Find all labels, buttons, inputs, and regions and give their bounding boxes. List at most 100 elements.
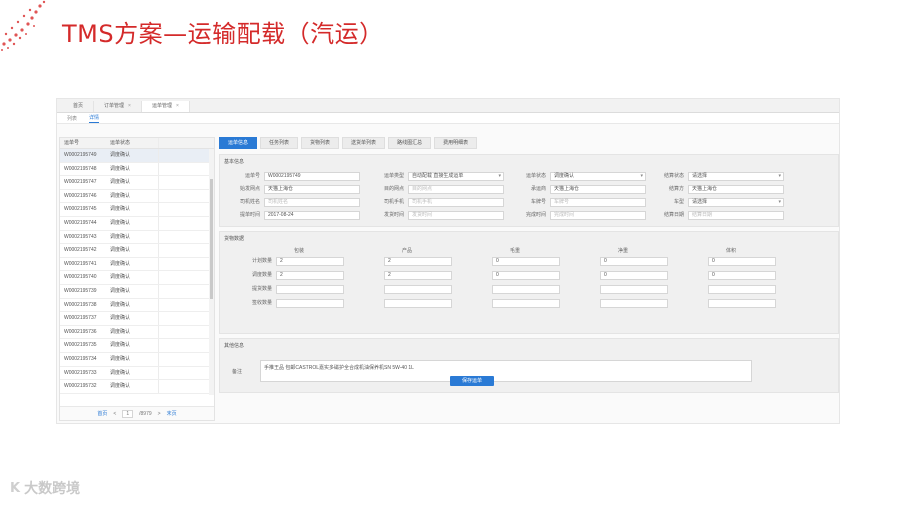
tab-waybill-management[interactable]: 运单管理 × (141, 101, 190, 112)
table-row[interactable]: W0002195732 调度确认 (60, 380, 214, 394)
waybill-status: 调度确认 (110, 301, 131, 308)
goods-quantity-input[interactable] (600, 299, 668, 308)
text-field[interactable]: 天猫上海仓 (550, 185, 646, 194)
waybill-status: 调度确认 (110, 274, 131, 281)
save-waybill-button[interactable]: 保存运单 (450, 376, 494, 386)
tab-cost-detail[interactable]: 费用明细表 (434, 137, 478, 149)
other-info-form: 备注 手推王品 包邮CASTROL嘉实多磁护全合成机油保养机SN 5W-40 1… (220, 352, 838, 392)
empty-cell (158, 203, 208, 216)
text-field[interactable]: 目的网点 (408, 185, 504, 194)
field-label: 运单号 (244, 173, 260, 179)
text-field[interactable]: 车牌号 (550, 198, 646, 207)
tab-goods-list[interactable]: 货物列表 (301, 137, 340, 149)
table-row[interactable]: W0002195738 调度确认 (60, 298, 214, 313)
text-field[interactable]: 天猫上海仓 (688, 185, 784, 194)
waybill-id: W0002195744 (64, 219, 97, 226)
table-row[interactable]: W0002195749 调度确认 (60, 149, 214, 163)
tab-waybill-info[interactable]: 运单信息 (219, 137, 258, 149)
goods-column-header: 产品 (402, 248, 413, 254)
goods-quantity-input[interactable] (276, 299, 344, 308)
goods-quantity-input[interactable] (492, 285, 560, 294)
column-header-waybill-no[interactable]: 运单号 (60, 138, 110, 148)
table-row[interactable]: W0002195734 调度确认 (60, 352, 214, 367)
empty-cell (158, 162, 208, 176)
empty-cell (158, 244, 208, 257)
close-icon[interactable]: × (128, 101, 131, 112)
goods-column-header: 净重 (618, 248, 629, 254)
table-row[interactable]: W0002195739 调度确认 (60, 284, 214, 299)
field-label: 车牌号 (530, 199, 546, 205)
select-field[interactable]: 请选择 (688, 198, 784, 207)
prev-page-button[interactable]: < (113, 411, 116, 417)
table-row[interactable]: W0002195741 调度确认 (60, 257, 214, 272)
tab-task-list[interactable]: 任务列表 (260, 137, 299, 149)
waybill-id: W0002195748 (64, 165, 97, 172)
select-field[interactable]: 自动配载 直接生成运单 (408, 172, 504, 181)
subtab-list[interactable]: 列表 (67, 115, 77, 122)
text-field[interactable]: 完成时间 (550, 211, 646, 220)
table-row[interactable]: W0002195736 调度确认 (60, 325, 214, 340)
text-field[interactable]: 结算日期 (688, 211, 784, 220)
close-icon[interactable]: × (176, 101, 179, 112)
tab-order-management[interactable]: 订单管理 × (94, 101, 142, 112)
waybill-status: 调度确认 (110, 315, 131, 322)
table-row[interactable]: W0002195747 调度确认 (60, 176, 214, 190)
waybill-id: W0002195733 (64, 369, 97, 376)
empty-cell (158, 284, 208, 298)
text-field[interactable]: W0002195749 (264, 172, 360, 181)
next-page-button[interactable]: > (158, 411, 161, 417)
text-field[interactable]: 司机手机 (408, 198, 504, 207)
table-row[interactable]: W0002195744 调度确认 (60, 216, 214, 231)
waybill-status: 调度确认 (110, 247, 131, 254)
last-page-link[interactable]: 末页 (167, 410, 177, 417)
select-field[interactable]: 调度确认 (550, 172, 646, 181)
goods-quantity-input[interactable]: 2 (276, 257, 344, 266)
table-row[interactable]: W0002195735 调度确认 (60, 339, 214, 353)
table-row[interactable]: W0002195745 调度确认 (60, 203, 214, 217)
goods-quantity-input[interactable] (276, 285, 344, 294)
goods-quantity-input[interactable] (600, 285, 668, 294)
subtab-detail[interactable]: 详情 (89, 114, 100, 123)
waybill-id: W0002195745 (64, 206, 97, 213)
table-row[interactable]: W0002195742 调度确认 (60, 244, 214, 258)
select-field[interactable]: 请选择 (688, 172, 784, 181)
table-row[interactable]: W0002195746 调度确认 (60, 189, 214, 204)
first-page-link[interactable]: 首页 (97, 410, 107, 417)
goods-quantity-input[interactable]: 0 (492, 271, 560, 280)
detail-tabs: 运单信息 任务列表 货物列表 送货单列表 路线图汇总 费用明细表 (219, 137, 839, 150)
scrollbar-thumb[interactable] (210, 179, 213, 299)
column-header-status[interactable]: 运单状态 (110, 138, 158, 148)
page-number-input[interactable]: 1 (122, 409, 134, 418)
waybill-status: 调度确认 (110, 152, 131, 158)
table-row[interactable]: W0002195740 调度确认 (60, 271, 214, 285)
empty-cell (158, 339, 208, 352)
goods-quantity-input[interactable] (492, 299, 560, 308)
goods-quantity-input[interactable]: 2 (384, 257, 452, 266)
table-row[interactable]: W0002195737 调度确认 (60, 312, 214, 326)
table-row[interactable]: W0002195743 调度确认 (60, 230, 214, 245)
waybill-id: W0002195742 (64, 247, 97, 254)
goods-quantity-input[interactable]: 2 (384, 271, 452, 280)
tab-route-summary[interactable]: 路线图汇总 (388, 137, 432, 149)
scrollbar[interactable] (209, 149, 214, 395)
goods-quantity-input[interactable]: 2 (276, 271, 344, 280)
other-info-section: 其他信息 备注 手推王品 包邮CASTROL嘉实多磁护全合成机油保养机SN 5W… (219, 338, 839, 393)
goods-quantity-input[interactable]: 0 (492, 257, 560, 266)
table-row[interactable]: W0002195748 调度确认 (60, 162, 214, 177)
goods-quantity-input[interactable]: 0 (600, 257, 668, 266)
text-field[interactable]: 天猫上海仓 (264, 185, 360, 194)
text-field[interactable]: 2017-08-24 (264, 211, 360, 220)
tab-home[interactable]: 首页 (63, 101, 95, 112)
remark-textarea[interactable]: 手推王品 包邮CASTROL嘉实多磁护全合成机油保养机SN 5W-40 1L (260, 360, 752, 382)
goods-quantity-input[interactable]: 0 (708, 257, 776, 266)
goods-quantity-input[interactable] (384, 299, 452, 308)
goods-quantity-input[interactable]: 0 (600, 271, 668, 280)
table-row[interactable]: W0002195733 调度确认 (60, 366, 214, 381)
text-field[interactable]: 发货时间 (408, 211, 504, 220)
goods-quantity-input[interactable] (708, 299, 776, 308)
goods-quantity-input[interactable] (708, 285, 776, 294)
tab-delivery-list[interactable]: 送货单列表 (342, 137, 386, 149)
goods-quantity-input[interactable] (384, 285, 452, 294)
goods-quantity-input[interactable]: 0 (708, 271, 776, 280)
text-field[interactable]: 司机姓名 (264, 198, 360, 207)
